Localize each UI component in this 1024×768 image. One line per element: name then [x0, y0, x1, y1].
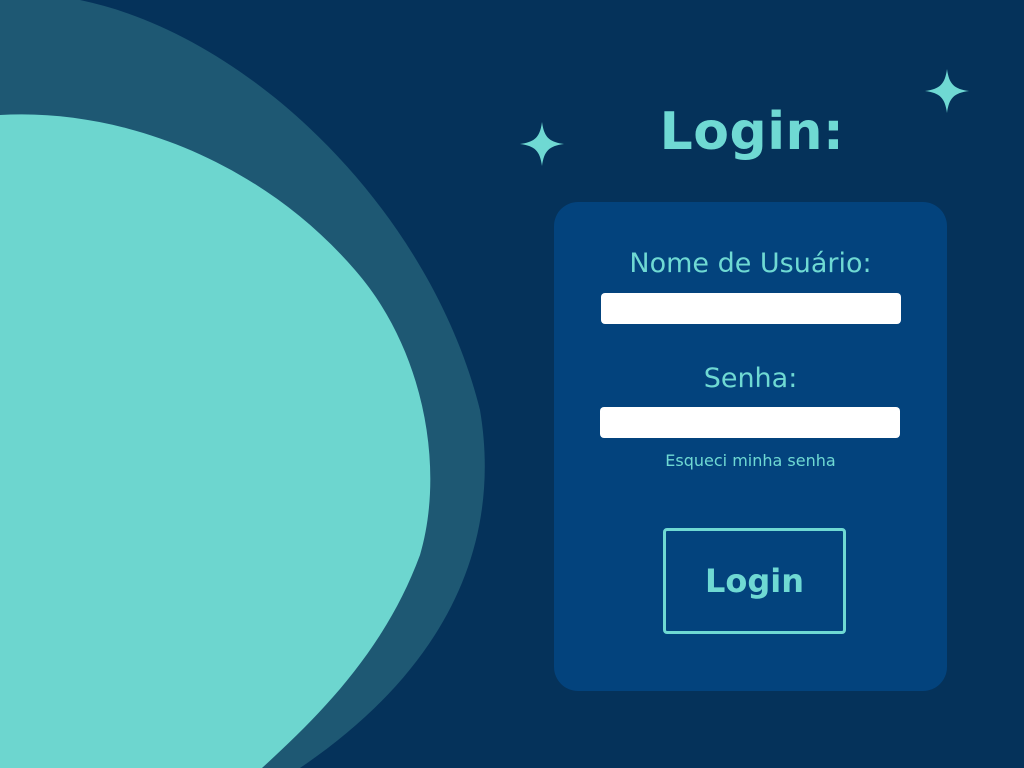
password-label: Senha:	[703, 363, 798, 394]
username-label: Nome de Usuário:	[629, 248, 872, 279]
login-button[interactable]: Login	[663, 528, 846, 634]
page-title: Login:	[659, 102, 845, 162]
sparkle-icon	[520, 122, 564, 166]
sparkle-icon	[925, 69, 969, 113]
login-card: Nome de Usuário: Senha: Esqueci minha se…	[554, 202, 947, 691]
forgot-password-link[interactable]: Esqueci minha senha	[554, 451, 947, 471]
password-input[interactable]	[600, 407, 900, 438]
username-input[interactable]	[601, 293, 901, 324]
